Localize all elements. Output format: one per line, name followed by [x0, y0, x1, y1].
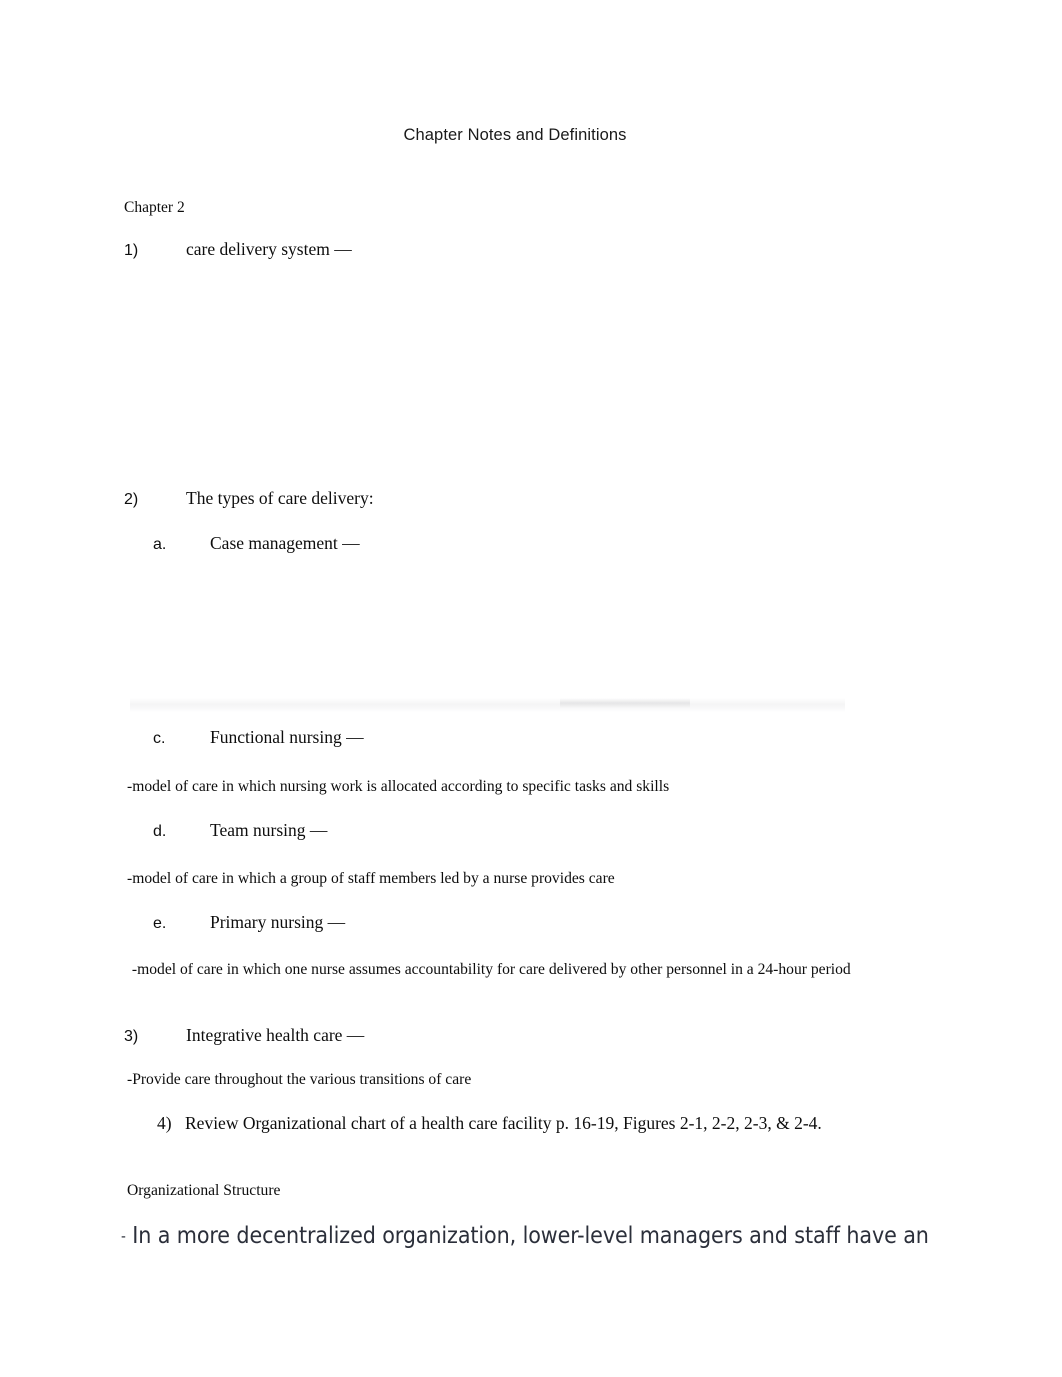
outline-item-2c: c. Functional nursing — — [153, 726, 364, 750]
note-text: In a more decentralized organization, lo… — [132, 1223, 929, 1249]
outline-item-2c-text: Functional nursing — — [210, 727, 364, 747]
outline-item-3: 3) Integrative health care — — [124, 1024, 364, 1048]
list-marker-2a: a. — [153, 536, 167, 553]
outline-item-2a: a. Case management — — [153, 532, 360, 556]
outline-item-2d: d. Team nursing — — [153, 819, 327, 843]
page-title: Chapter Notes and Definitions — [403, 126, 627, 144]
list-marker-2: 2) — [124, 491, 139, 508]
list-marker-2e: e. — [153, 915, 167, 932]
outline-item-2e: e. Primary nursing — — [153, 911, 345, 935]
outline-item-2d-text: Team nursing — — [210, 820, 328, 840]
outline-item-2-text: The types of care delivery: — [186, 488, 374, 508]
note-lead-dash: - — [121, 1227, 126, 1245]
outline-item-1-text: care delivery system — — [186, 239, 352, 259]
organizational-structure-heading: Organizational Structure — [127, 1182, 281, 1199]
outline-item-3-text: Integrative health care — — [186, 1025, 365, 1045]
outline-item-2: 2) The types of care delivery: — [124, 487, 374, 511]
outline-item-4: 4) Review Organizational chart of a healt… — [157, 1111, 960, 1136]
list-marker-1: 1) — [124, 242, 139, 259]
list-marker-2d: d. — [153, 823, 167, 840]
definition-integrative-health-care: -Provide care throughout the various tra… — [127, 1071, 472, 1088]
chapter-label: Chapter 2 — [124, 199, 185, 216]
outline-item-1: 1) care delivery system — — [124, 238, 352, 262]
definition-team-nursing: -model of care in which a group of staff… — [127, 870, 615, 887]
document-page: Chapter Notes and Definitions Chapter 2 … — [0, 0, 1062, 1377]
outline-item-4-text: Review Organizational chart of a health … — [185, 1113, 822, 1133]
definition-primary-nursing: -model of care in which one nurse assume… — [128, 961, 851, 978]
outline-item-2e-text: Primary nursing — — [210, 912, 346, 932]
list-marker-2c: c. — [153, 730, 166, 747]
list-marker-4: 4) — [157, 1113, 172, 1133]
organizational-structure-note: - In a more decentralized organization, … — [121, 1220, 1011, 1252]
list-marker-3: 3) — [124, 1028, 139, 1045]
outline-item-2a-text: Case management — — [210, 533, 360, 553]
definition-functional-nursing: -model of care in which nursing work is … — [127, 778, 670, 795]
page-break-shadow — [130, 698, 845, 712]
